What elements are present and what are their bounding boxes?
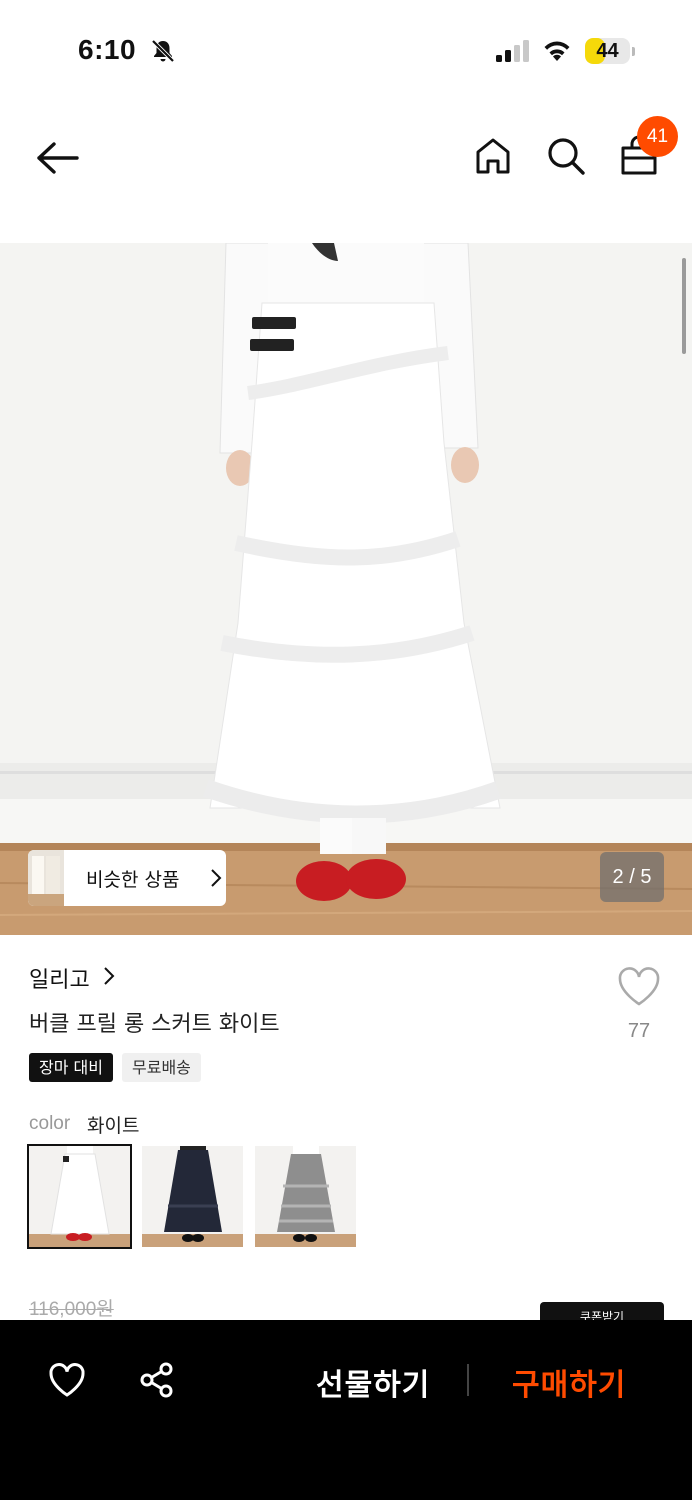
cart-count-badge: 41 — [637, 116, 678, 157]
bottom-action-bar: 선물하기 구매하기 — [0, 1320, 692, 1500]
battery-percent: 44 — [596, 40, 619, 62]
heart-icon[interactable] — [616, 966, 662, 1008]
similar-products-button[interactable]: 비슷한 상품 — [28, 850, 226, 906]
like-count: 77 — [627, 1020, 651, 1042]
tag-rainy-season: 장마 대비 — [29, 1053, 113, 1082]
similar-products-label: 비슷한 상품 — [86, 869, 180, 891]
back-arrow-icon[interactable] — [34, 138, 80, 178]
chevron-right-icon — [104, 967, 115, 985]
chevron-right-icon — [211, 869, 222, 887]
image-pager: 2 / 5 — [600, 852, 664, 902]
divider — [467, 1364, 469, 1396]
product-photo — [0, 243, 692, 935]
share-icon[interactable] — [139, 1362, 175, 1398]
cellular-signal-icon — [496, 40, 529, 62]
similar-thumbnail — [28, 850, 64, 906]
status-time: 6:10 — [78, 34, 137, 65]
product-image-carousel[interactable] — [0, 243, 692, 935]
brand-link[interactable]: 일리고 — [29, 962, 90, 994]
top-nav-bar: 41 — [0, 100, 692, 240]
buy-button[interactable]: 구매하기 — [512, 1360, 626, 1404]
scroll-indicator[interactable] — [682, 258, 686, 354]
bell-muted-icon — [151, 39, 175, 63]
color-value: 화이트 — [87, 1115, 140, 1137]
product-title: 버클 프릴 롱 스커트 화이트 — [29, 1012, 280, 1037]
color-option-gray-check[interactable] — [255, 1146, 356, 1247]
wifi-icon — [544, 41, 570, 61]
home-icon[interactable] — [474, 136, 512, 176]
wishlist-heart-icon[interactable] — [48, 1362, 86, 1398]
color-option-white[interactable] — [27, 1144, 132, 1249]
status-bar: 6:10 44 — [0, 0, 692, 100]
original-price: 116,000원 — [29, 1299, 114, 1320]
search-icon[interactable] — [546, 136, 586, 176]
gift-button[interactable]: 선물하기 — [316, 1360, 430, 1404]
color-label: color — [29, 1113, 71, 1134]
tag-free-shipping: 무료배송 — [122, 1053, 201, 1082]
color-option-navy[interactable] — [142, 1146, 243, 1247]
battery-indicator: 44 — [585, 38, 635, 64]
